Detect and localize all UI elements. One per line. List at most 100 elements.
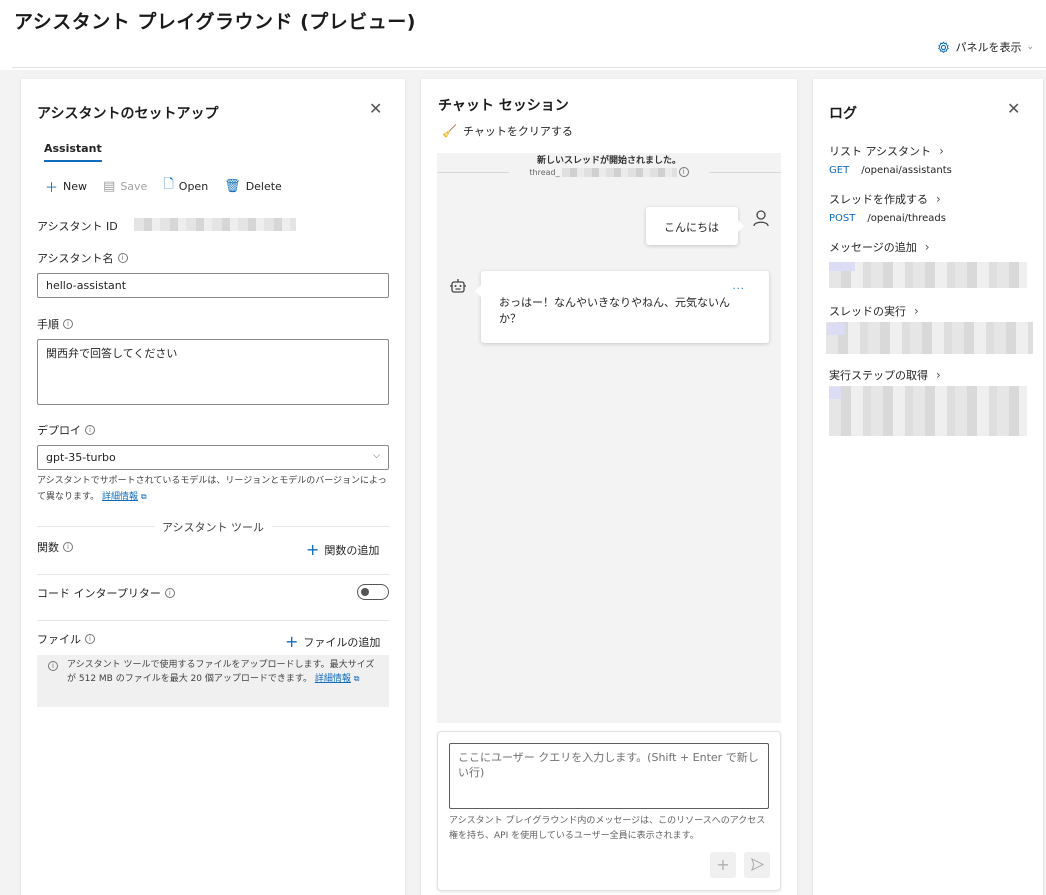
info-icon[interactable]: i — [117, 253, 128, 263]
show-panels-button[interactable]: パネルを表示 ⌄ — [937, 39, 1034, 55]
files-label-text: ファイル — [37, 633, 81, 646]
info-icon[interactable]: i — [85, 634, 95, 644]
log-request-redacted — [829, 386, 1027, 436]
info-icon[interactable]: i — [85, 425, 95, 435]
plus-icon: + — [716, 855, 730, 874]
chevron-right-icon: › — [936, 192, 941, 206]
close-icon[interactable]: ✕ — [369, 101, 382, 117]
learn-more-link[interactable]: 詳細情報 — [315, 674, 351, 684]
log-request-line: GET /openai/assistants — [829, 165, 952, 176]
tools-section-label: アシスタント ツール — [21, 519, 405, 535]
http-method: POST — [829, 213, 856, 224]
assistant-setup-panel: アシスタントのセットアップ ✕ Assistant ＋ New ▤ Save 🗋… — [21, 79, 405, 895]
plus-icon: ＋ — [45, 180, 59, 196]
assistant-message: ... おっはー！なんやいきなりやねん、元気ないんか？ — [475, 271, 769, 343]
tools-section-label-text: アシスタント ツール — [153, 521, 273, 534]
document-icon: 🗋 — [163, 177, 174, 192]
section-divider — [37, 574, 389, 575]
assistant-message-text: おっはー！なんやいきなりやねん、元気ないんか？ — [499, 296, 730, 325]
section-divider — [37, 620, 389, 621]
user-query-input[interactable]: ここにユーザー クエリを入力します。(Shift + Enter で新しい行) — [449, 743, 769, 809]
new-button[interactable]: ＋ New — [45, 177, 87, 196]
add-attachment-button[interactable]: + — [710, 852, 736, 878]
setup-toolbar: ＋ New ▤ Save 🗋 Open 🗑 Delete — [45, 175, 282, 197]
chevron-down-icon: ⌄ — [1026, 42, 1034, 52]
new-label: New — [63, 179, 88, 193]
page-title: アシスタント プレイグラウンド (プレビュー) — [14, 11, 416, 33]
deploy-label-text: デプロイ — [37, 424, 81, 437]
files-label: ファイル i — [37, 631, 95, 647]
show-panels-label: パネルを表示 — [955, 41, 1022, 54]
save-button[interactable]: ▤ Save — [103, 179, 147, 194]
instructions-textarea[interactable]: 関西弁で回答してください — [37, 339, 389, 405]
code-interpreter-label: コード インタープリター i — [37, 585, 175, 601]
chevron-down-icon: ⌵ — [373, 451, 380, 461]
thread-id-prefix: thread_ — [529, 167, 560, 177]
info-icon[interactable]: i — [63, 319, 73, 329]
deployment-select-value: gpt-35-turbo — [46, 451, 116, 464]
deployment-help-body: アシスタントでサポートされているモデルは、リージョンとモデルのバージョンによって… — [37, 476, 387, 502]
code-interpreter-toggle[interactable] — [357, 584, 389, 600]
open-button[interactable]: 🗋 Open — [163, 175, 208, 197]
thread-id: thread_ i — [509, 166, 709, 178]
new-thread-notice: 新しいスレッドが開始されました。 — [536, 156, 681, 166]
log-panel: ログ ✕ リスト アシスタント › GET /openai/assistants … — [813, 79, 1043, 895]
log-entry-run-thread[interactable]: スレッドの実行 › — [829, 303, 919, 319]
log-entry-get-run-steps[interactable]: 実行ステップの取得 › — [829, 367, 941, 383]
code-interpreter-label-text: コード インタープリター — [37, 587, 161, 600]
log-panel-title: ログ — [829, 106, 857, 122]
chevron-right-icon: › — [914, 304, 919, 318]
header-divider — [12, 67, 1046, 68]
deploy-label: デプロイ i — [37, 422, 95, 438]
log-request-redacted-accent — [829, 387, 841, 399]
assistant-name-label: アシスタント名 i — [37, 250, 128, 266]
info-icon[interactable]: i — [164, 588, 175, 598]
log-request-redacted-accent — [827, 323, 845, 335]
trash-icon: 🗑 — [224, 178, 241, 194]
log-request-redacted — [826, 322, 1033, 354]
assistant-id-label: アシスタント ID — [37, 218, 118, 234]
add-file-button[interactable]: + ファイルの追加 — [285, 634, 380, 650]
instructions-label: 手順 i — [37, 316, 73, 332]
assistant-id-label-text: アシスタント ID — [37, 220, 118, 233]
more-options-icon[interactable]: ... — [732, 279, 745, 295]
log-entry-list-assistants[interactable]: リスト アシスタント › — [829, 143, 944, 159]
log-entry-add-message[interactable]: メッセージの追加 › — [829, 239, 930, 255]
info-icon: i — [48, 661, 58, 671]
toggle-knob — [361, 588, 369, 596]
info-icon[interactable]: i — [678, 167, 689, 177]
delete-button[interactable]: 🗑 Delete — [224, 179, 282, 194]
learn-more-link[interactable]: 詳細情報 — [102, 492, 138, 502]
save-icon: ▤ — [103, 178, 116, 194]
file-upload-note: i アシスタント ツールで使用するファイルをアップロードします。最大サイズが 5… — [37, 655, 389, 707]
close-icon[interactable]: ✕ — [1007, 101, 1020, 117]
functions-label: 関数 i — [37, 539, 73, 555]
clear-chat-label: チャットをクリアする — [462, 125, 573, 138]
chat-session-panel: チャット セッション 🧹 チャットをクリアする 新しいスレッドが開始されました。… — [421, 79, 797, 895]
instructions-label-text: 手順 — [37, 318, 59, 331]
send-button[interactable] — [744, 852, 770, 878]
send-icon — [750, 857, 764, 872]
external-link-icon: ⧉ — [353, 674, 360, 683]
log-entry-title: スレッドを作成する — [829, 193, 928, 206]
chat-transcript: 新しいスレッドが開始されました。 thread_ i こんにちは ... おっは… — [437, 153, 781, 723]
user-avatar-icon — [753, 210, 769, 227]
deployment-select[interactable]: gpt-35-turbo ⌵ — [37, 445, 389, 470]
tab-assistant[interactable]: Assistant — [44, 142, 102, 162]
request-path: /openai/assistants — [861, 165, 952, 176]
add-file-label: ファイルの追加 — [303, 636, 381, 649]
setup-panel-title: アシスタントのセットアップ — [37, 106, 219, 122]
thread-id-redacted — [561, 167, 677, 177]
clear-chat-button[interactable]: 🧹 チャットをクリアする — [442, 123, 573, 139]
log-entry-title: スレッドの実行 — [829, 305, 906, 318]
assistant-name-input[interactable] — [37, 273, 389, 298]
save-label: Save — [120, 179, 148, 193]
add-function-label: 関数の追加 — [324, 544, 380, 557]
plus-icon: + — [285, 632, 299, 651]
log-entry-create-thread[interactable]: スレッドを作成する › — [829, 191, 941, 207]
open-label: Open — [178, 179, 209, 193]
log-entry-title: メッセージの追加 — [829, 241, 917, 254]
info-icon[interactable]: i — [63, 542, 73, 552]
functions-label-text: 関数 — [37, 541, 59, 554]
add-function-button[interactable]: + 関数の追加 — [306, 542, 379, 558]
